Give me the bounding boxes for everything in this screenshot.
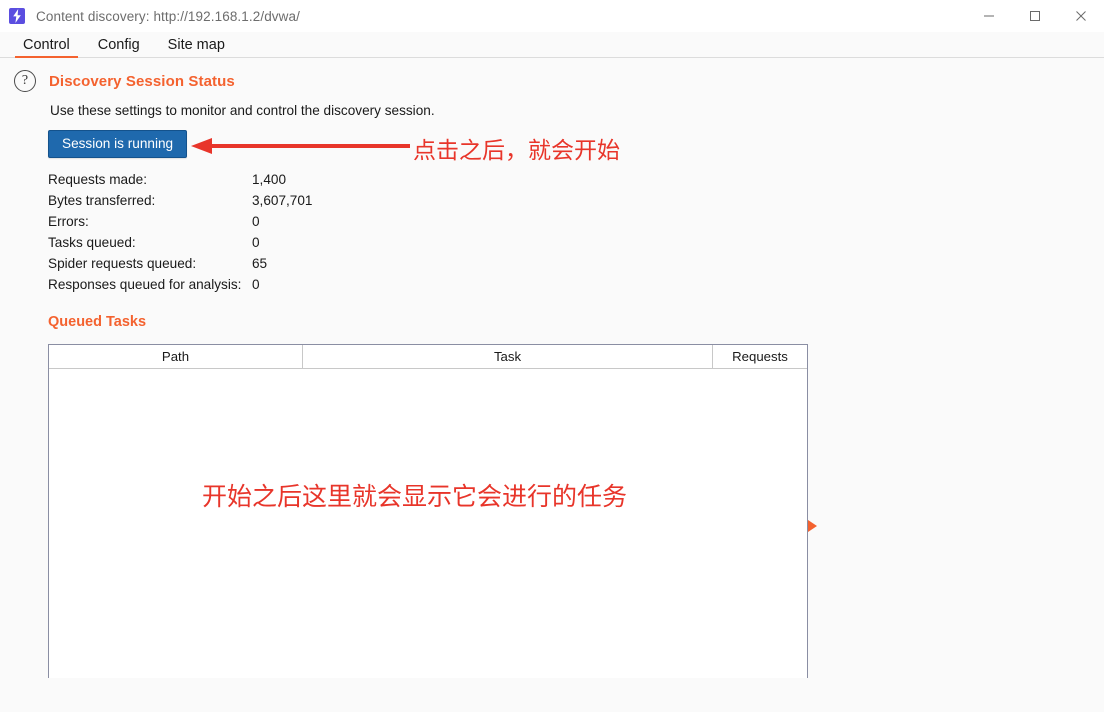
- stat-label: Requests made:: [48, 172, 147, 187]
- minimize-icon: [984, 15, 994, 17]
- question-mark-icon[interactable]: ?: [14, 70, 36, 92]
- stat-value: 3,607,701: [252, 193, 313, 208]
- title-bar: Content discovery: http://192.168.1.2/dv…: [0, 0, 1104, 32]
- column-header-task[interactable]: Task: [303, 345, 713, 368]
- table-row: Bytes transferred: 3,607,701: [48, 193, 312, 214]
- stat-value: 65: [252, 256, 268, 271]
- table-row: Requests made: 1,400: [48, 172, 312, 193]
- queued-tasks-table[interactable]: Path Task Requests: [48, 344, 808, 678]
- page-title: Discovery Session Status: [49, 72, 235, 90]
- stat-label: Responses queued for analysis:: [48, 277, 242, 292]
- table-row: Spider requests queued: 65: [48, 256, 312, 277]
- section-header: ? Discovery Session Status: [0, 70, 1104, 92]
- table-body-empty[interactable]: [49, 369, 807, 678]
- tab-site-map[interactable]: Site map: [154, 37, 239, 57]
- table-row: Errors: 0: [48, 214, 312, 235]
- close-icon: [1076, 11, 1086, 21]
- maximize-button[interactable]: [1012, 0, 1058, 32]
- window-controls: [966, 0, 1104, 32]
- tab-control[interactable]: Control: [9, 37, 84, 58]
- stat-value: 0: [252, 214, 260, 229]
- stat-value: 1,400: [252, 172, 287, 187]
- stat-label: Bytes transferred:: [48, 193, 156, 208]
- stat-label: Spider requests queued:: [48, 256, 197, 271]
- column-header-path[interactable]: Path: [49, 345, 303, 368]
- maximize-icon: [1030, 11, 1040, 21]
- session-statistics: Requests made: 1,400 Bytes transferred: …: [48, 172, 312, 298]
- stat-value: 0: [252, 235, 260, 250]
- tab-config[interactable]: Config: [84, 37, 154, 57]
- section-description: Use these settings to monitor and contro…: [50, 103, 435, 118]
- window-title: Content discovery: http://192.168.1.2/dv…: [36, 8, 300, 24]
- lightning-bolt-icon: [9, 8, 25, 24]
- table-row: Tasks queued: 0: [48, 235, 312, 256]
- column-header-requests[interactable]: Requests: [713, 345, 807, 368]
- session-toggle-button[interactable]: Session is running: [48, 130, 188, 158]
- close-button[interactable]: [1058, 0, 1104, 32]
- stat-label: Errors:: [48, 214, 89, 229]
- tab-bar: Control Config Site map: [0, 32, 1104, 58]
- main-content: ? Discovery Session Status Use these set…: [0, 70, 1104, 678]
- queued-tasks-title: Queued Tasks: [48, 314, 147, 330]
- stat-label: Tasks queued:: [48, 235, 136, 250]
- stat-value: 0: [252, 277, 260, 292]
- table-header-row: Path Task Requests: [49, 345, 807, 369]
- minimize-button[interactable]: [966, 0, 1012, 32]
- table-row: Responses queued for analysis: 0: [48, 277, 312, 298]
